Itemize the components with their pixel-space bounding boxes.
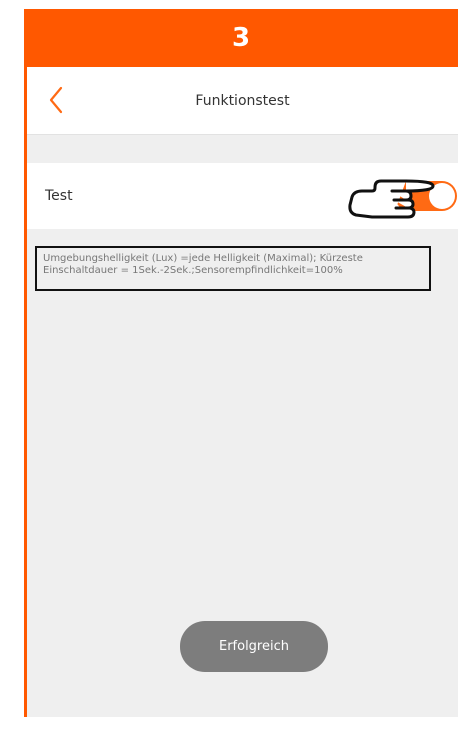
test-toggle[interactable] (395, 181, 457, 211)
toggle-knob (429, 183, 455, 209)
app-screen: Funktionstest Test Umgebungshelligkeit (… (24, 67, 458, 717)
test-parameters-note: Umgebungshelligkeit (Lux) =jede Helligke… (35, 246, 431, 291)
test-label: Test (45, 188, 73, 204)
screenshot-frame: 3 Funktionstest Test Umgebungshelligkeit… (24, 0, 458, 742)
toast-text: Erfolgreich (218, 639, 289, 654)
step-number: 3 (231, 23, 251, 53)
success-toast: Erfolgreich (180, 621, 328, 672)
step-banner: 3 (24, 9, 458, 67)
nav-bar: Funktionstest (27, 67, 458, 135)
test-parameters-text: Umgebungshelligkeit (Lux) =jede Helligke… (43, 253, 363, 276)
page-title: Funktionstest (195, 92, 290, 109)
test-setting-row: Test (27, 163, 458, 229)
